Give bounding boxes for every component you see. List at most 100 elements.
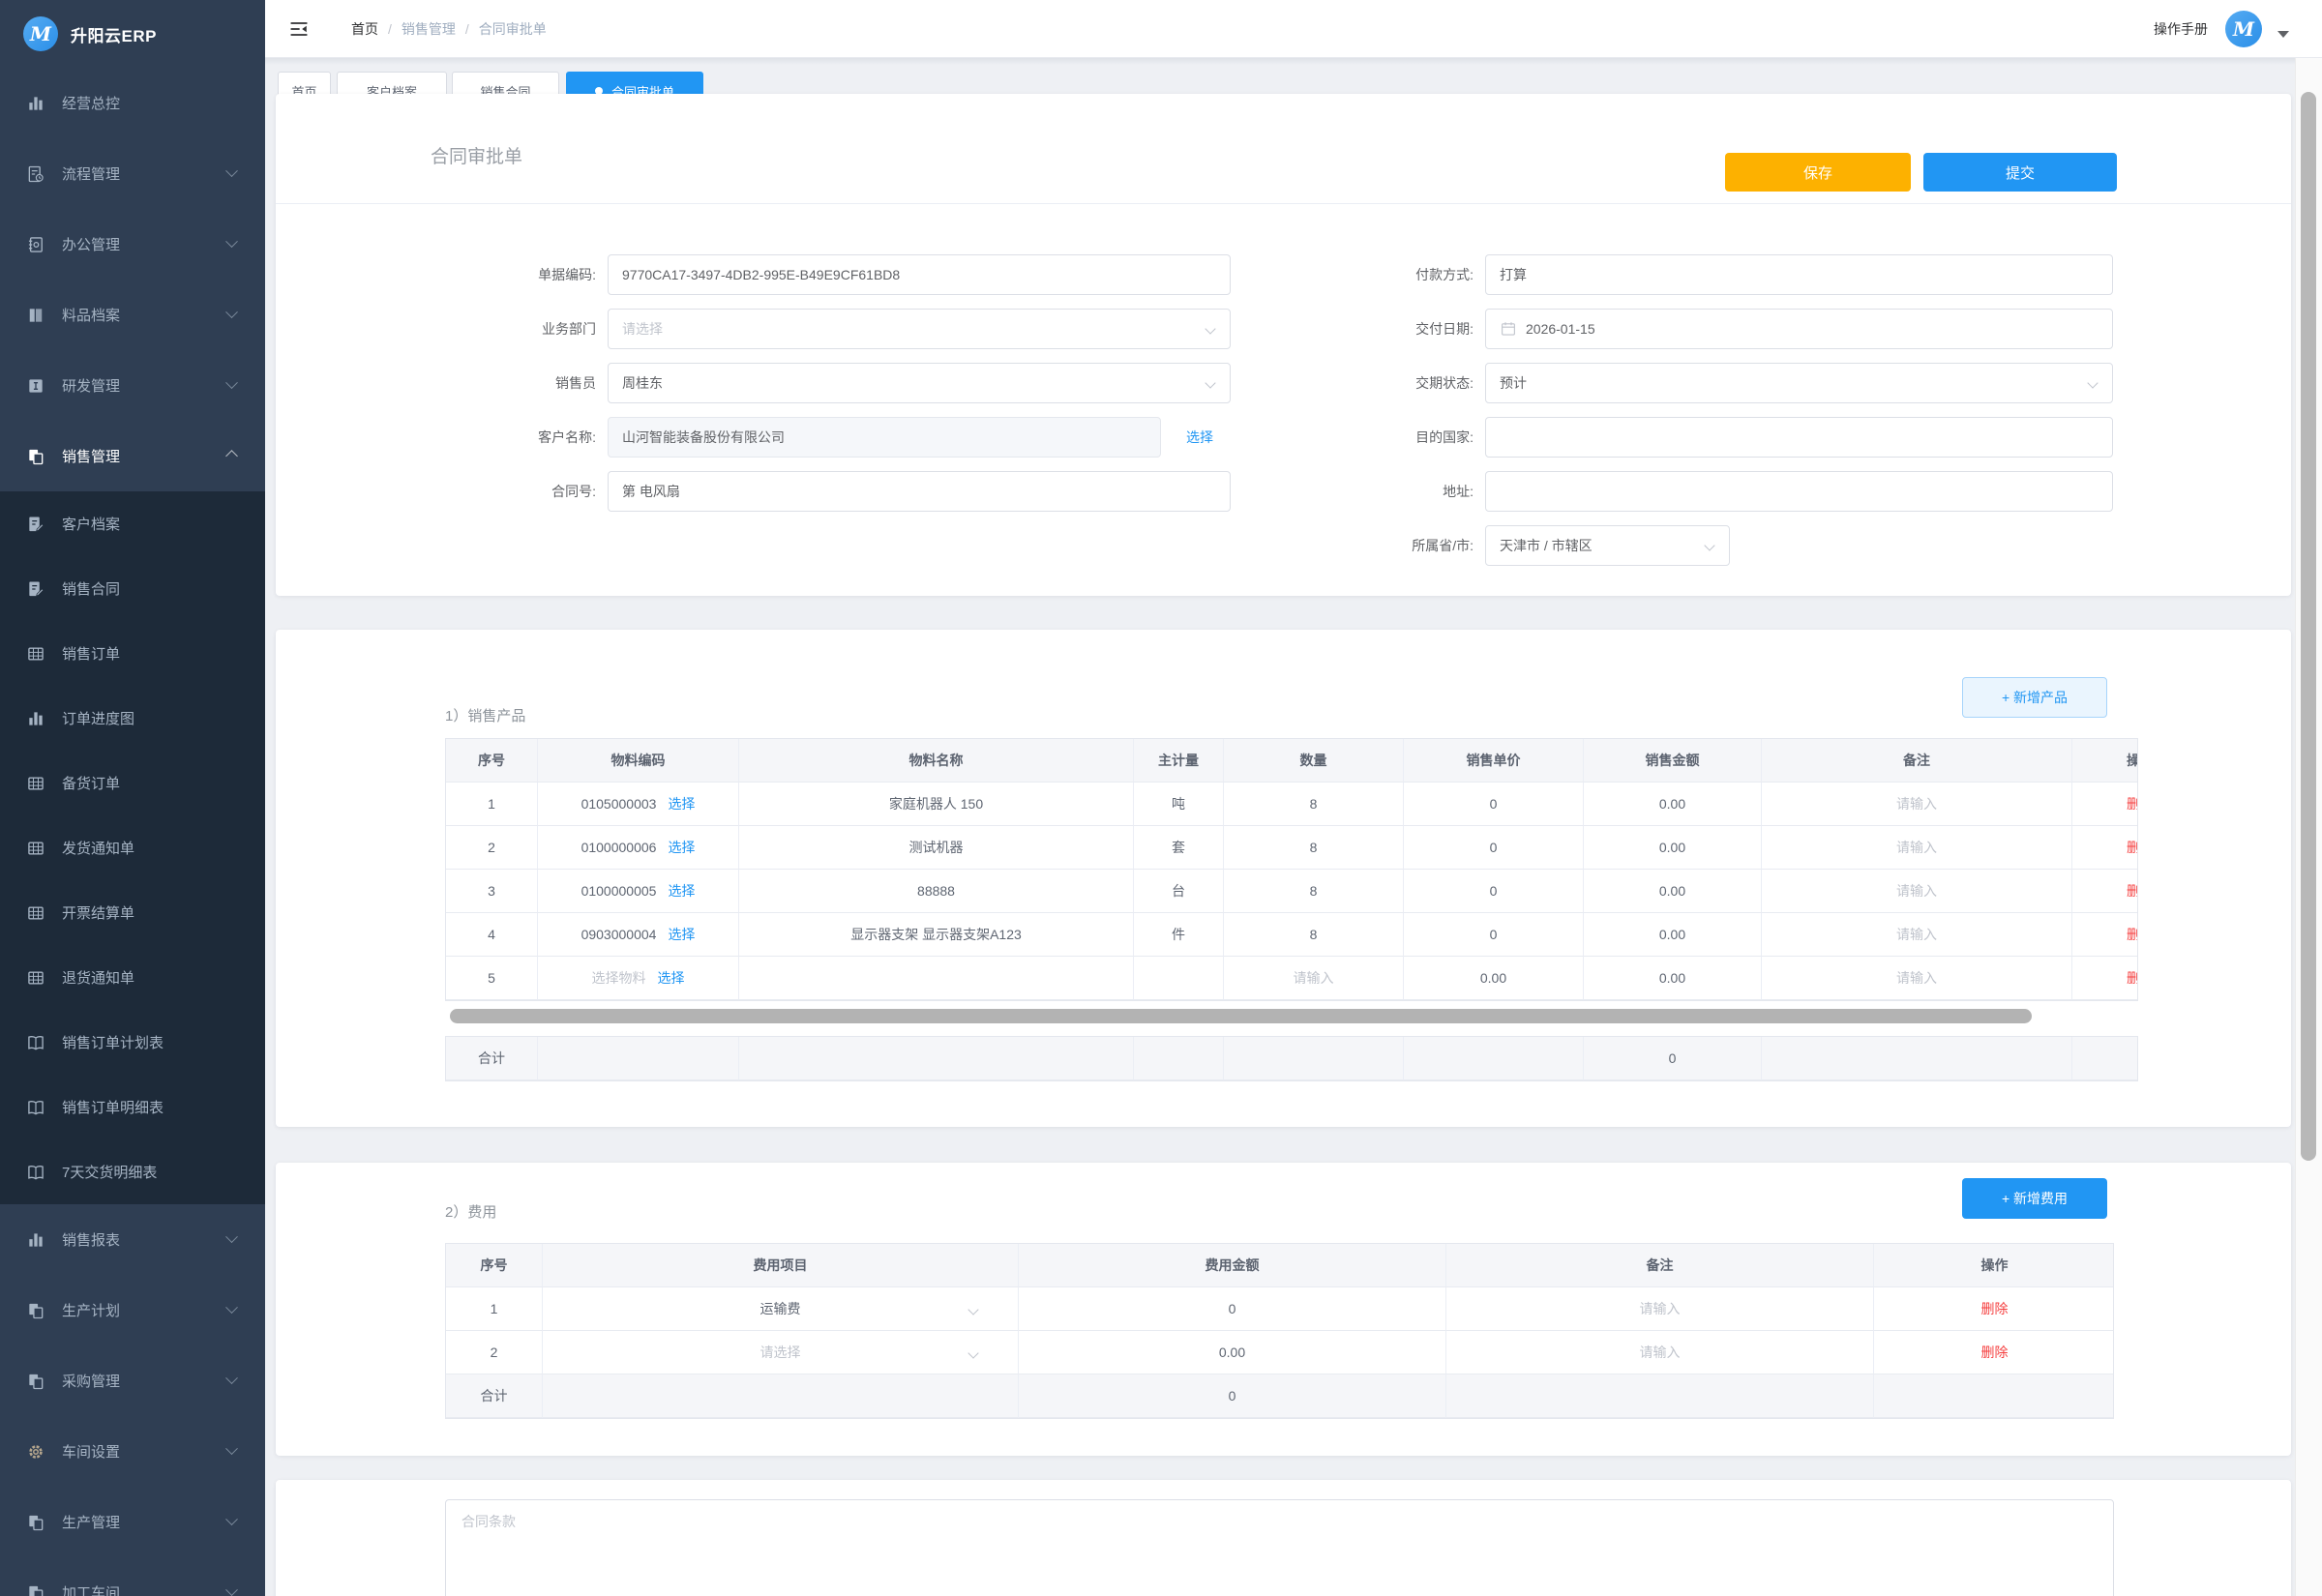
- salesperson-select[interactable]: 周桂东: [608, 363, 1231, 403]
- delete-row-link[interactable]: 删除: [2127, 838, 2138, 857]
- fee-amount-cell[interactable]: 0.00: [1019, 1331, 1446, 1374]
- sidebar-item-return-notice[interactable]: 退货通知单: [0, 945, 265, 1010]
- sidebar-item-office-mgmt[interactable]: 办公管理: [0, 209, 265, 280]
- fees-total-amount: 0: [1019, 1374, 1446, 1418]
- pages-icon: [26, 1513, 45, 1532]
- delivery-status-select[interactable]: 预计: [1485, 363, 2113, 403]
- sidebar-item-processing-workshop[interactable]: 加工车间: [0, 1557, 265, 1596]
- address-field[interactable]: [1485, 471, 2113, 512]
- price-cell[interactable]: 0: [1404, 913, 1584, 957]
- note-cell[interactable]: 请输入: [1762, 826, 2072, 870]
- add-product-button[interactable]: + 新增产品: [1962, 677, 2107, 718]
- vertical-scrollbar-track[interactable]: [2295, 58, 2322, 1596]
- add-fee-button[interactable]: + 新增费用: [1962, 1178, 2107, 1219]
- doc-code-input[interactable]: [622, 267, 1216, 282]
- province-city-select[interactable]: 天津市 / 市辖区: [1485, 525, 1730, 566]
- note-cell[interactable]: 请输入: [1762, 870, 2072, 913]
- sidebar-item-purchase-mgmt[interactable]: 采购管理: [0, 1345, 265, 1416]
- sidebar-item-production-mgmt[interactable]: 生产管理: [0, 1487, 265, 1557]
- sidebar-item-sales-report[interactable]: 销售报表: [0, 1204, 265, 1275]
- fee-item-select[interactable]: 请选择: [543, 1331, 1019, 1374]
- breadcrumb-sales-mgmt[interactable]: 销售管理: [402, 19, 456, 39]
- material-select-link[interactable]: 选择: [668, 881, 695, 901]
- horizontal-scrollbar-thumb[interactable]: [450, 1009, 2032, 1023]
- breadcrumb-home[interactable]: 首页: [351, 19, 378, 39]
- app-logo[interactable]: M 升阳云ERP: [0, 0, 265, 68]
- contract-no-field[interactable]: [608, 471, 1231, 512]
- fee-amount-cell[interactable]: 0: [1019, 1287, 1446, 1331]
- sidebar-item-workshop-settings[interactable]: 车间设置: [0, 1416, 265, 1487]
- fees-table-header: 序号 费用项目 费用金额 备注 操作: [446, 1244, 2113, 1287]
- price-cell[interactable]: 0.00: [1404, 957, 1584, 1000]
- contract-terms-textarea[interactable]: [445, 1499, 2114, 1596]
- sidebar-item-order-plan-report[interactable]: 销售订单计划表: [0, 1010, 265, 1075]
- note-cell[interactable]: 请输入: [1446, 1331, 1874, 1374]
- payment-method-field[interactable]: [1485, 254, 2113, 295]
- price-cell[interactable]: 0: [1404, 826, 1584, 870]
- doc-code-field[interactable]: [608, 254, 1231, 295]
- notebook-icon: [26, 235, 45, 254]
- chevron-down-icon: [225, 1583, 238, 1596]
- submit-button[interactable]: 提交: [1923, 153, 2117, 192]
- form-row: 客户名称: 山河智能装备股份有限公司 选择: [298, 417, 1256, 458]
- destination-country-input[interactable]: [1500, 429, 2099, 445]
- sidebar-item-7day-delivery-report[interactable]: 7天交货明细表: [0, 1139, 265, 1204]
- sidebar-item-sales-mgmt[interactable]: 销售管理: [0, 421, 265, 491]
- sidebar-item-material-archive[interactable]: 料品档案: [0, 280, 265, 350]
- fees-section-title: 2）费用: [445, 1201, 496, 1222]
- sidebar-item-invoice-settlement[interactable]: 开票结算单: [0, 880, 265, 945]
- sidebar-item-shipping-notice[interactable]: 发货通知单: [0, 815, 265, 880]
- material-select-link[interactable]: 选择: [668, 794, 695, 813]
- delivery-date-field[interactable]: 2026-01-15: [1485, 309, 2113, 349]
- qty-cell[interactable]: 8: [1224, 783, 1404, 826]
- qty-cell[interactable]: 8: [1224, 913, 1404, 957]
- qty-cell[interactable]: 8: [1224, 826, 1404, 870]
- vertical-scrollbar-thumb[interactable]: [2301, 92, 2316, 1161]
- note-cell[interactable]: 请输入: [1446, 1287, 1874, 1331]
- material-select-link[interactable]: 选择: [668, 838, 695, 857]
- payment-method-input[interactable]: [1500, 267, 2099, 282]
- sidebar-item-order-progress[interactable]: 订单进度图: [0, 686, 265, 751]
- user-menu-caret-icon[interactable]: [2277, 31, 2289, 38]
- delete-row-link[interactable]: 删除: [2127, 925, 2138, 944]
- manual-link[interactable]: 操作手册: [2154, 19, 2208, 39]
- contract-no-input[interactable]: [622, 484, 1216, 499]
- price-cell[interactable]: 0: [1404, 783, 1584, 826]
- sidebar-item-sales-contract[interactable]: 销售合同: [0, 556, 265, 621]
- note-cell[interactable]: 请输入: [1762, 913, 2072, 957]
- sidebar-item-rd-mgmt[interactable]: 研发管理: [0, 350, 265, 421]
- delete-row-link[interactable]: 删除: [1981, 1299, 2009, 1318]
- sidebar-item-production-plan[interactable]: 生产计划: [0, 1275, 265, 1345]
- delete-row-link[interactable]: 删除: [2127, 968, 2138, 988]
- sidebar-item-stock-order[interactable]: 备货订单: [0, 751, 265, 815]
- open-book-icon: [26, 1033, 45, 1052]
- destination-country-field[interactable]: [1485, 417, 2113, 458]
- sidebar-item-sales-order[interactable]: 销售订单: [0, 621, 265, 686]
- sidebar-item-business-overview[interactable]: 经营总控: [0, 68, 265, 138]
- save-button[interactable]: 保存: [1725, 153, 1911, 192]
- fee-item-select[interactable]: 运输费: [543, 1287, 1019, 1331]
- note-cell[interactable]: 请输入: [1762, 957, 2072, 1000]
- delete-row-link[interactable]: 删除: [2127, 881, 2138, 901]
- sidebar-item-process-mgmt[interactable]: 流程管理: [0, 138, 265, 209]
- destination-country-label: 目的国家:: [1243, 428, 1485, 447]
- material-select-link[interactable]: 选择: [668, 925, 695, 944]
- delete-row-link[interactable]: 删除: [1981, 1343, 2009, 1362]
- address-input[interactable]: [1500, 484, 2099, 499]
- collapse-sidebar-icon[interactable]: [288, 18, 310, 40]
- chevron-down-icon: [225, 1513, 238, 1525]
- delete-row-link[interactable]: 删除: [2127, 794, 2138, 813]
- material-select-link[interactable]: 选择: [658, 968, 685, 988]
- qty-cell[interactable]: 8: [1224, 870, 1404, 913]
- business-dept-select[interactable]: 请选择: [608, 309, 1231, 349]
- customer-select-link[interactable]: 选择: [1186, 428, 1213, 447]
- app-title: 升阳云ERP: [71, 22, 157, 46]
- payment-method-label: 付款方式:: [1243, 265, 1485, 284]
- user-avatar[interactable]: M: [2225, 11, 2262, 47]
- qty-cell[interactable]: 请输入: [1224, 957, 1404, 1000]
- sidebar-item-order-detail-report[interactable]: 销售订单明细表: [0, 1075, 265, 1139]
- doc-code-label: 单据编码:: [298, 265, 608, 284]
- sidebar-item-customer-archive[interactable]: 客户档案: [0, 491, 265, 556]
- note-cell[interactable]: 请输入: [1762, 783, 2072, 826]
- price-cell[interactable]: 0: [1404, 870, 1584, 913]
